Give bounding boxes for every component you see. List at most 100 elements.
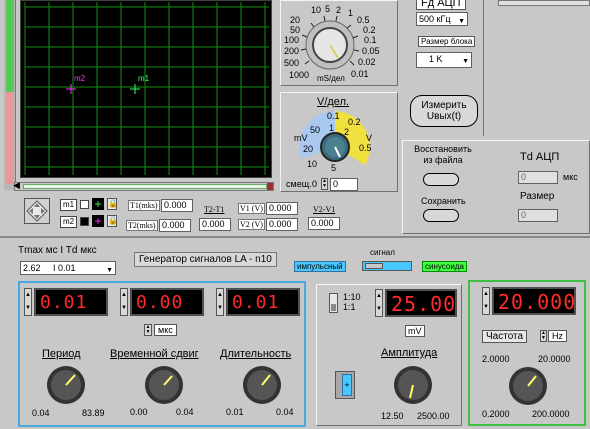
duration-label: Длительность [220,348,292,360]
unit-label: мкс [154,324,177,336]
v2v1-value[interactable]: 0.000 [308,217,340,230]
ratio-1-10: 1:10 [343,292,361,302]
m2-color-box[interactable] [80,217,89,226]
volt-scale-panel: V/дел. 0.1 0.2 1 2 50 0.5 20 10 5 mV V с… [280,92,398,192]
move-diamond-icon [26,200,48,222]
marker-m2-tag: m2 [60,216,78,228]
save-button[interactable] [423,209,459,222]
amplitude-min: 12.50 [381,411,404,421]
offset-value: 0 [312,179,318,189]
time-tick-5: 5 [325,4,331,14]
frequency-min: 0.2000 [482,409,510,419]
cursor-pad[interactable] [24,198,50,224]
time-tick-1000: 1000 [289,70,310,80]
m2-lock-icon[interactable]: 🔒 [107,215,118,227]
frequency-knob[interactable] [504,364,552,408]
m1-crosshair-icon[interactable]: + [92,198,104,210]
amplitude-spin[interactable]: ▲ ▼ [375,289,383,317]
offset-value-field[interactable]: 0 [330,178,358,191]
ratio-switch[interactable] [329,293,338,313]
time-unit-label: mS/дел [317,74,345,83]
time-tick-20: 20 [290,15,301,25]
amplitude-max: 2500.00 [417,411,450,421]
period-max: 83.89 [82,408,105,418]
time-tick-2: 2 [336,5,342,15]
m1-color-box[interactable] [80,200,89,209]
offset-spin[interactable]: ▲ ▼ [321,178,328,190]
duration-max: 0.04 [276,407,294,417]
fd-label: Fд АЦП [416,0,466,10]
amplitude-knob[interactable] [389,363,437,407]
volt-tick-0.5: 0.5 [359,143,372,153]
period-knob[interactable] [42,363,90,407]
duration-knob[interactable] [238,363,286,407]
m1-lock-icon[interactable]: 🔒 [107,198,118,210]
signal-slider-thumb[interactable] [365,263,383,269]
scope-scrollbar[interactable]: ◀ [13,180,274,191]
shift-knob[interactable] [140,363,188,407]
time-tick-10: 10 [311,5,322,15]
fd-select-value: 500 кГц [419,14,451,24]
signal-label: сигнал [370,248,395,257]
marker-m2-label: m2 [74,74,86,83]
volt-tick-2: 2 [344,127,350,137]
generator-title: Генератор сигналов LA - n10 [134,252,277,267]
scroll-thumb[interactable] [267,183,273,190]
t1-value[interactable]: 0.000 [161,199,193,212]
t2t1-value[interactable]: 0.000 [199,218,231,231]
frequency-range-min-top: 2.0000 [482,354,510,364]
v2-value[interactable]: 0.000 [266,218,298,231]
time-tick-0.1: 0.1 [364,35,377,45]
signal-mode-slider[interactable] [362,261,412,271]
shift-min: 0.00 [130,407,148,417]
block-size-label: Размер блока [418,36,476,47]
volt-mv-label: mV [294,133,308,143]
tmax-select[interactable]: 2.62 I 0.01 ▼ [20,261,116,275]
block-size-value: 1 K [429,54,443,64]
polarity-plus-label: + [344,380,350,390]
scroll-left-arrow[interactable]: ◀ [13,180,20,191]
frequency-range-max-top: 20.0000 [538,354,571,364]
v1-value[interactable]: 0.000 [266,202,298,215]
v2-label: V2 (V) [238,219,265,230]
td-value: I 0.01 [53,263,76,273]
chevron-down-icon: ▼ [106,267,113,274]
offset-label: смещ. [286,179,312,189]
marker-m1-label: m1 [138,74,150,83]
frequency-spin[interactable]: ▲ ▼ [482,287,490,315]
shift-max: 0.04 [176,407,194,417]
mode-sine[interactable]: синусоида [422,261,467,272]
amplitude-panel: 1:10 1:1 ▲ ▼ 25.00 mV Амплитуда + 12.50 2… [316,284,462,426]
mode-impulse[interactable]: импульсный [294,261,346,272]
time-tick-50: 50 [290,25,301,35]
duration-spin[interactable]: ▲ ▼ [216,288,224,316]
td-adc-value[interactable]: 0 [518,171,558,184]
t1-label: T1(mks) [128,200,160,211]
shift-spin[interactable]: ▲ ▼ [120,288,128,316]
oscilloscope-screen[interactable]: m2 m1 [20,0,272,178]
unit-spin[interactable]: ▲ ▼ [144,324,152,336]
level-bar-green [6,0,14,92]
t2-label: T2(mks) [126,220,158,231]
size-value[interactable]: 0 [518,209,558,222]
ratio-1-1: 1:1 [343,302,356,312]
frequency-unit-spin[interactable]: ▲ ▼ [540,330,547,342]
t2-value[interactable]: 0.000 [159,219,191,232]
polarity-toggle[interactable]: + [335,371,355,399]
m2-crosshair-icon[interactable]: + [92,215,104,227]
fd-select[interactable]: 500 кГц ▼ [416,12,468,26]
amplitude-label: Амплитуда [381,347,438,359]
volt-tick-5: 5 [331,163,337,173]
restore-button[interactable] [423,173,459,186]
volt-tick-0.2: 0.2 [348,117,361,127]
time-tick-0.02: 0.02 [358,57,376,67]
duration-min: 0.01 [226,407,244,417]
period-spin[interactable]: ▲ ▼ [24,288,32,316]
measure-button[interactable]: Измерить Uвых(t) [410,95,478,127]
marker-m2-row: m2 + 🔒 [58,215,122,229]
scroll-track [23,184,267,189]
volt-tick-10: 10 [307,159,318,169]
restore-label-1: Восстановить [414,144,472,154]
time-tick-0.01: 0.01 [351,69,369,79]
block-size-select[interactable]: 1 K ▼ [416,52,472,68]
